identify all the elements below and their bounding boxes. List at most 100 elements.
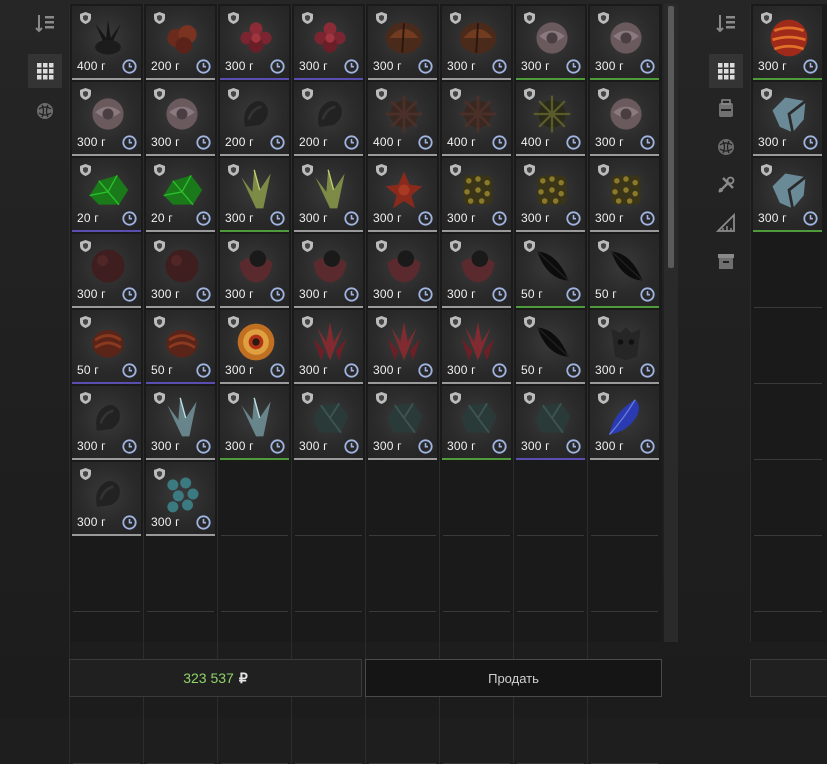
inventory-slot[interactable]: 400 г — [439, 80, 513, 156]
artifact-item[interactable]: 300 г — [590, 310, 659, 384]
artifact-item[interactable]: 400 г — [368, 82, 437, 156]
artifact-item[interactable]: 300 г — [72, 462, 141, 536]
inventory-slot[interactable]: 20 г — [143, 156, 217, 232]
inventory-slot[interactable]: 300 г — [143, 80, 217, 156]
artifact-item[interactable]: 300 г — [294, 234, 363, 308]
empty-slot[interactable] — [751, 384, 825, 460]
artifact-item[interactable]: 300 г — [590, 82, 659, 156]
empty-slot[interactable] — [365, 536, 439, 612]
inventory-slot[interactable]: 300 г — [217, 384, 291, 460]
inventory-slot[interactable]: 200 г — [217, 80, 291, 156]
inventory-slot[interactable]: 300 г — [513, 384, 587, 460]
artifact-item[interactable]: 50 г — [516, 310, 585, 384]
artifact-item[interactable]: 300 г — [516, 158, 585, 232]
artifact-item[interactable]: 300 г — [220, 386, 289, 460]
empty-slot[interactable] — [439, 460, 513, 536]
inventory-slot[interactable]: 300 г — [365, 232, 439, 308]
inventory-slot[interactable]: 300 г — [751, 4, 825, 80]
artifact-item[interactable]: 300 г — [442, 386, 511, 460]
inventory-slot[interactable]: 50 г — [513, 232, 587, 308]
artifact-item[interactable]: 400 г — [442, 82, 511, 156]
artifact-item[interactable]: 300 г — [368, 6, 437, 80]
artifact-item[interactable]: 300 г — [368, 310, 437, 384]
inventory-slot[interactable]: 300 г — [751, 156, 825, 232]
artifact-item[interactable]: 300 г — [146, 234, 215, 308]
artifact-item[interactable]: 300 г — [590, 6, 659, 80]
artifact-item[interactable]: 300 г — [368, 386, 437, 460]
inventory-slot[interactable]: 300 г — [69, 384, 143, 460]
empty-slot[interactable] — [69, 536, 143, 612]
inventory-scrollbar-thumb[interactable] — [668, 6, 674, 268]
inventory-slot[interactable]: 300 г — [513, 4, 587, 80]
artifact-item[interactable]: 300 г — [220, 6, 289, 80]
inventory-slot[interactable]: 300 г — [587, 384, 661, 460]
artifact-item[interactable]: 300 г — [516, 6, 585, 80]
right-tab-ruler[interactable] — [709, 206, 743, 240]
artifact-item[interactable]: 200 г — [146, 6, 215, 80]
empty-slot[interactable] — [291, 688, 365, 764]
inventory-slot[interactable]: 300 г — [587, 80, 661, 156]
inventory-slot[interactable]: 300 г — [587, 4, 661, 80]
artifact-item[interactable]: 300 г — [72, 82, 141, 156]
inventory-slot[interactable]: 300 г — [365, 4, 439, 80]
inventory-slot[interactable]: 300 г — [217, 232, 291, 308]
inventory-slot[interactable]: 50 г — [587, 232, 661, 308]
inventory-slot[interactable]: 300 г — [291, 4, 365, 80]
artifact-item[interactable]: 300 г — [146, 462, 215, 536]
artifact-item[interactable]: 300 г — [294, 158, 363, 232]
artifact-item[interactable]: 300 г — [753, 158, 822, 232]
empty-slot[interactable] — [513, 460, 587, 536]
artifact-item[interactable]: 300 г — [590, 386, 659, 460]
inventory-slot[interactable]: 300 г — [217, 156, 291, 232]
inventory-slot[interactable]: 300 г — [439, 384, 513, 460]
empty-slot[interactable] — [751, 460, 825, 536]
inventory-slot[interactable]: 50 г — [143, 308, 217, 384]
artifact-item[interactable]: 20 г — [146, 158, 215, 232]
inventory-slot[interactable]: 300 г — [291, 232, 365, 308]
inventory-slot[interactable]: 300 г — [587, 308, 661, 384]
artifact-item[interactable]: 300 г — [220, 234, 289, 308]
artifact-item[interactable]: 300 г — [516, 386, 585, 460]
artifact-item[interactable]: 300 г — [294, 386, 363, 460]
artifact-item[interactable]: 300 г — [753, 82, 822, 156]
artifact-item[interactable]: 50 г — [516, 234, 585, 308]
inventory-slot[interactable]: 300 г — [69, 232, 143, 308]
artifact-item[interactable]: 300 г — [368, 234, 437, 308]
inventory-slot[interactable]: 20 г — [69, 156, 143, 232]
artifact-item[interactable]: 300 г — [442, 310, 511, 384]
artifact-item[interactable]: 200 г — [220, 82, 289, 156]
artifact-item[interactable]: 300 г — [442, 158, 511, 232]
empty-slot[interactable] — [217, 460, 291, 536]
inventory-slot[interactable]: 300 г — [513, 156, 587, 232]
empty-slot[interactable] — [143, 536, 217, 612]
artifact-item[interactable]: 50 г — [72, 310, 141, 384]
inventory-slot[interactable]: 400 г — [69, 4, 143, 80]
artifact-item[interactable]: 300 г — [368, 158, 437, 232]
right-tab-tools[interactable] — [709, 168, 743, 202]
inventory-slot[interactable]: 50 г — [69, 308, 143, 384]
empty-slot[interactable] — [365, 460, 439, 536]
sell-button[interactable]: Продать — [365, 659, 662, 697]
inventory-slot[interactable]: 300 г — [217, 4, 291, 80]
empty-slot[interactable] — [513, 536, 587, 612]
inventory-slot[interactable]: 400 г — [365, 80, 439, 156]
inventory-slot[interactable]: 300 г — [69, 80, 143, 156]
inventory-slot[interactable]: 300 г — [365, 156, 439, 232]
empty-slot[interactable] — [217, 536, 291, 612]
artifact-item[interactable]: 300 г — [72, 234, 141, 308]
inventory-slot[interactable]: 300 г — [291, 384, 365, 460]
inventory-slot[interactable]: 300 г — [143, 232, 217, 308]
empty-slot[interactable] — [69, 688, 143, 764]
empty-slot[interactable] — [439, 688, 513, 764]
left-tab-grid[interactable] — [28, 54, 62, 88]
empty-slot[interactable] — [587, 460, 661, 536]
empty-slot[interactable] — [291, 536, 365, 612]
empty-slot[interactable] — [365, 688, 439, 764]
artifact-item[interactable]: 300 г — [590, 158, 659, 232]
empty-slot[interactable] — [587, 688, 661, 764]
artifact-item[interactable]: 300 г — [146, 386, 215, 460]
artifact-item[interactable]: 300 г — [220, 158, 289, 232]
empty-slot[interactable] — [587, 536, 661, 612]
artifact-item[interactable]: 50 г — [146, 310, 215, 384]
empty-slot[interactable] — [143, 688, 217, 764]
